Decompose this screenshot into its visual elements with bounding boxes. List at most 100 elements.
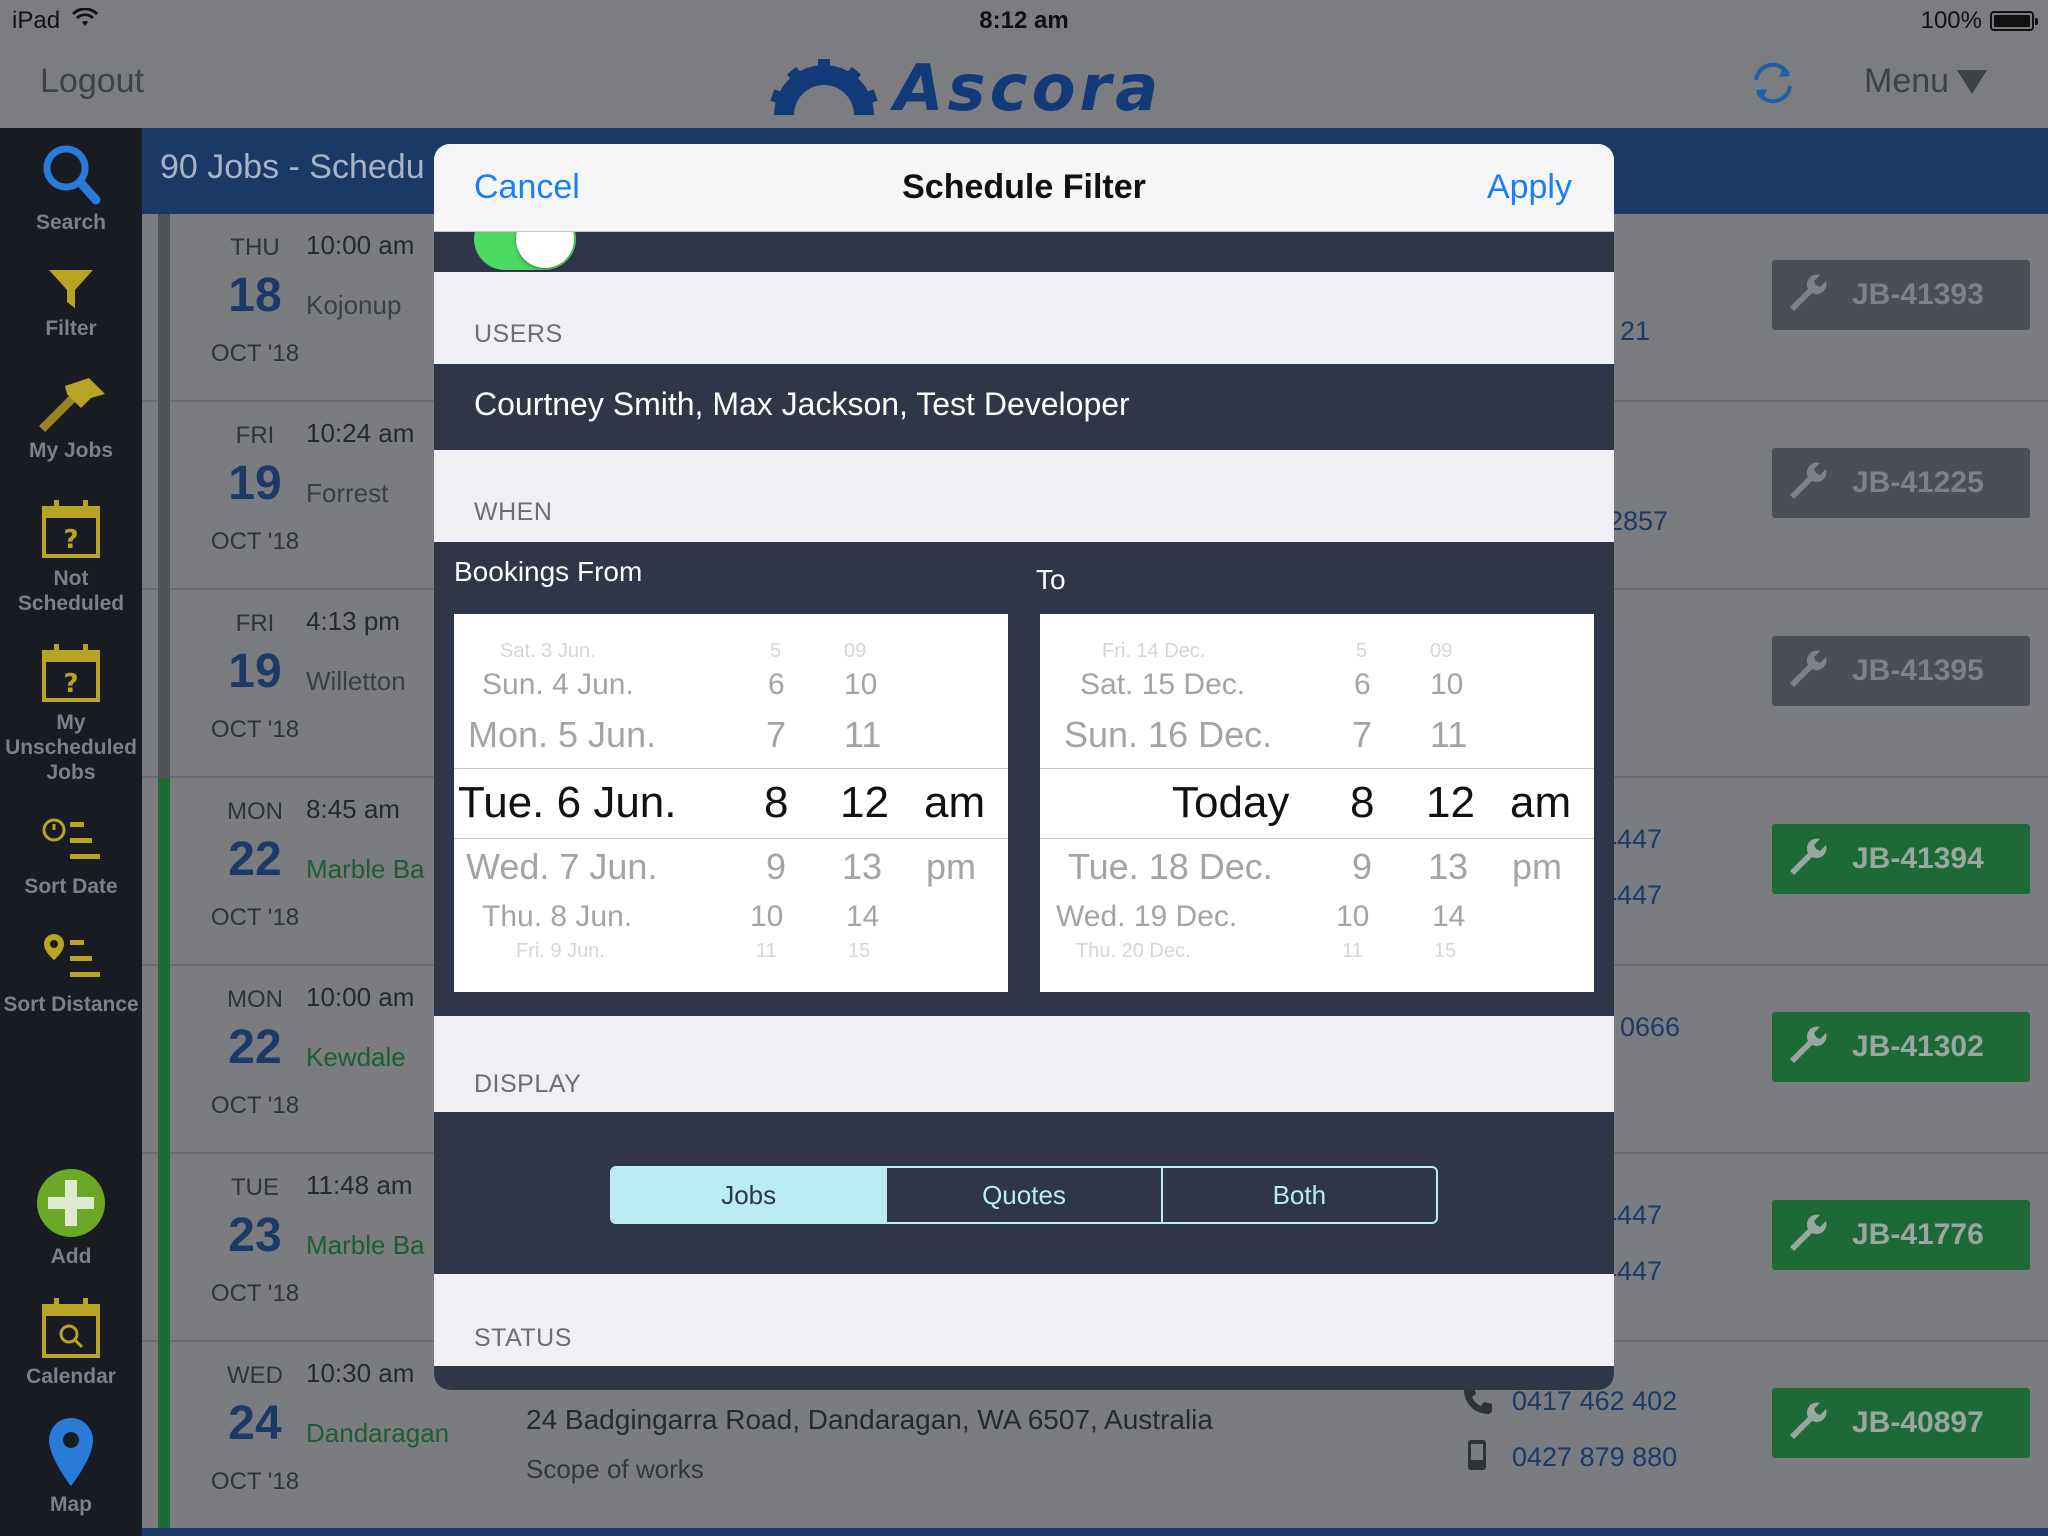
job-button[interactable]: JB-41302 <box>1772 1012 2030 1082</box>
job-button[interactable]: JB-41776 <box>1772 1200 2030 1270</box>
job-button[interactable]: JB-40897 <box>1772 1388 2030 1458</box>
picker-hour-selected: 8 <box>764 778 789 827</box>
svg-text:?: ? <box>63 669 78 699</box>
picker-date: Tue. 18 Dec. <box>1068 846 1273 887</box>
menu-button[interactable]: Menu <box>1864 62 1988 101</box>
row-time: 10:00 am <box>306 230 415 260</box>
picker-date: Wed. 19 Dec. <box>1056 900 1238 933</box>
top-nav: Logout Ascora Menu <box>0 40 2048 128</box>
status-stripe <box>158 402 170 590</box>
picker-hour: 5 <box>1356 640 1368 662</box>
job-button[interactable]: JB-41393 <box>1772 260 2030 330</box>
row-month: OCT '18 <box>210 904 300 931</box>
from-date-picker[interactable]: Sat. 3 Jun. Sun. 4 Jun. Mon. 5 Jun. Tue.… <box>454 614 1008 992</box>
picker-minute: 09 <box>1430 640 1453 662</box>
calendar-question-icon: ? <box>42 644 100 702</box>
row-suburb: Marble Ba <box>306 1230 425 1260</box>
sidebar-item-calendar[interactable]: Calendar <box>0 1296 142 1389</box>
sidebar: Search Filter My Jobs ? Not Scheduled ? … <box>0 128 142 1536</box>
sidebar-item-filter[interactable]: Filter <box>0 266 142 341</box>
sidebar-item-sort-date[interactable]: Sort Date <box>0 814 142 899</box>
picker-date: Sat. 3 Jun. <box>500 640 596 662</box>
sidebar-item-sort-distance[interactable]: Sort Distance <box>0 930 142 1017</box>
row-time: 10:30 am <box>306 1358 415 1388</box>
map-pin-icon <box>49 1418 93 1486</box>
job-button[interactable]: JB-41395 <box>1772 636 2030 706</box>
segment-both[interactable]: Both <box>1163 1168 1436 1222</box>
when-panel: Bookings From To Sat. 3 Jun. Sun. 4 Jun.… <box>434 542 1614 1016</box>
sidebar-item-label: Not Scheduled <box>17 567 125 615</box>
display-row: Jobs Quotes Both <box>434 1112 1614 1274</box>
mobile-icon <box>1466 1438 1488 1477</box>
sidebar-item-add[interactable]: Add <box>0 1166 142 1269</box>
picker-date: Sat. 15 Dec. <box>1080 668 1246 701</box>
svg-text:?: ? <box>63 525 78 555</box>
picker-hour: 7 <box>766 714 787 755</box>
row-time: 8:45 am <box>306 794 400 824</box>
clock-list-icon <box>42 818 100 859</box>
phone-number[interactable]: 21 <box>1620 316 1650 347</box>
sidebar-item-label: Sort Distance <box>3 993 139 1016</box>
mobile-number[interactable]: 0427 879 880 <box>1512 1442 1677 1473</box>
picker-minute: 10 <box>1430 668 1464 701</box>
picker-hour: 7 <box>1352 714 1373 755</box>
phone-number[interactable]: 0417 462 402 <box>1512 1386 1677 1417</box>
row-address: 24 Badgingarra Road, Dandaragan, WA 6507… <box>526 1404 1213 1435</box>
picker-minute-selected: 12 <box>1426 778 1475 827</box>
refresh-button[interactable] <box>1748 58 1798 113</box>
picker-minute: 10 <box>844 668 878 701</box>
picker-date: Fri. 9 Jun. <box>516 940 605 962</box>
sidebar-item-label: My Jobs <box>28 439 114 462</box>
row-scope: Scope of works <box>526 1454 704 1484</box>
picker-hour: 9 <box>1352 846 1373 887</box>
picker-hour: 11 <box>1342 940 1363 962</box>
menu-label: Menu <box>1864 62 1950 100</box>
wrench-icon <box>1784 645 1828 697</box>
phone-number[interactable]: 2857 <box>1608 506 1668 537</box>
apply-button[interactable]: Apply <box>1487 168 1572 207</box>
toggle-switch[interactable] <box>474 232 576 270</box>
picker-hour-selected: 8 <box>1350 778 1375 827</box>
logout-button[interactable]: Logout <box>40 62 144 101</box>
picker-minute: 11 <box>844 714 882 755</box>
status-bar: iPad 8:12 am 100% <box>0 0 2048 40</box>
picker-hour: 9 <box>766 846 787 887</box>
row-month: OCT '18 <box>210 528 300 555</box>
sidebar-item-my-jobs[interactable]: My Jobs <box>0 376 142 463</box>
sidebar-item-not-scheduled[interactable]: ? Not Scheduled <box>0 496 142 616</box>
picker-minute-selected: 12 <box>840 778 889 827</box>
row-time: 10:24 am <box>306 418 415 448</box>
phone-number[interactable]: 0666 <box>1620 1012 1680 1043</box>
plus-circle-icon <box>37 1169 105 1237</box>
hammer-icon <box>39 378 105 432</box>
wrench-icon <box>1784 269 1828 321</box>
picker-date: Wed. 7 Jun. <box>466 846 658 887</box>
picker-date-selected: Today <box>1172 778 1290 827</box>
to-date-picker[interactable]: Fri. 14 Dec. Sat. 15 Dec. Sun. 16 Dec. T… <box>1040 614 1594 992</box>
status-stripe <box>158 1342 170 1530</box>
picker-date: Thu. 8 Jun. <box>482 900 633 933</box>
status-stripe <box>158 966 170 1154</box>
row-suburb: Kojonup <box>306 290 402 320</box>
when-section-label: WHEN <box>474 498 553 526</box>
row-suburb: Kewdale <box>306 1042 406 1072</box>
job-number: JB-40897 <box>1852 1406 1984 1439</box>
job-button[interactable]: JB-41394 <box>1772 824 2030 894</box>
segment-quotes[interactable]: Quotes <box>887 1168 1163 1222</box>
sidebar-item-label: Filter <box>45 317 97 340</box>
row-time: 4:13 pm <box>306 606 400 636</box>
segment-jobs[interactable]: Jobs <box>612 1168 888 1222</box>
picker-ampm: pm <box>1512 846 1563 887</box>
users-row[interactable]: Courtney Smith, Max Jackson, Test Develo… <box>434 364 1614 450</box>
toggle-row <box>434 232 1614 272</box>
sidebar-item-search[interactable]: Search <box>0 142 142 235</box>
sidebar-item-label: Search <box>35 211 107 234</box>
picker-minute: 11 <box>1430 714 1468 755</box>
status-stripe <box>158 1154 170 1342</box>
wrench-icon <box>1784 457 1828 509</box>
ascora-logo: Ascora <box>768 52 1162 126</box>
job-button[interactable]: JB-41225 <box>1772 448 2030 518</box>
sidebar-item-map[interactable]: Map <box>0 1416 142 1517</box>
picker-divider <box>454 838 1008 839</box>
sidebar-item-my-unscheduled-jobs[interactable]: ? My Unscheduled Jobs <box>0 640 142 785</box>
